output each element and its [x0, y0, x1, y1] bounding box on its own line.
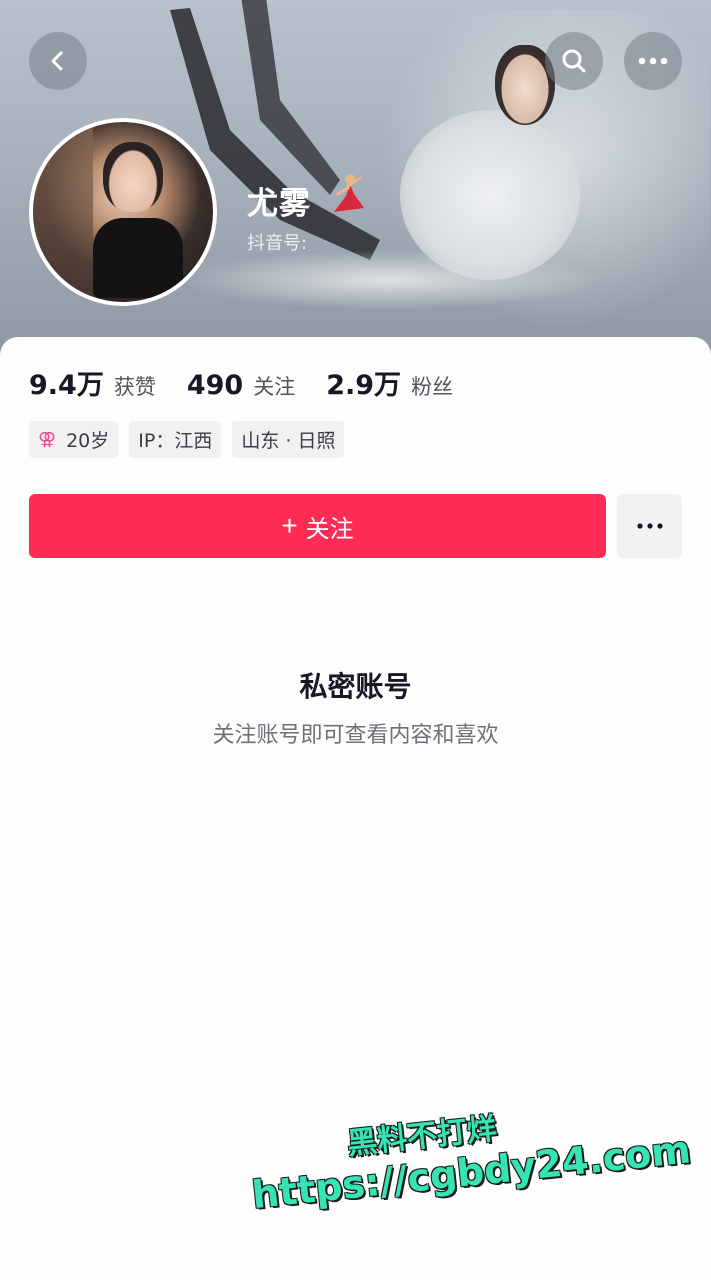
follow-label: 关注	[305, 515, 354, 543]
age-tag: ⚢ 20岁	[29, 421, 119, 458]
location-tag: 山东 · 日照	[232, 421, 345, 458]
banner-figure-body	[400, 110, 580, 280]
ip-tag: IP：江西	[129, 421, 222, 458]
back-button[interactable]	[29, 32, 87, 90]
dancer-emoji-icon	[334, 174, 364, 212]
likes-label[interactable]: 获赞	[114, 371, 156, 401]
plus-icon: +	[281, 510, 298, 541]
likes-count[interactable]: 9.4万	[29, 363, 104, 402]
search-icon	[562, 49, 586, 73]
more-actions-button[interactable]	[617, 494, 682, 558]
followers-count[interactable]: 2.9万	[326, 363, 401, 402]
more-options-button[interactable]	[624, 32, 682, 90]
ip-text: IP：江西	[138, 430, 213, 452]
location-text: 山东 · 日照	[241, 430, 336, 452]
douyin-id-label: 抖音号:	[247, 233, 308, 254]
following-count[interactable]: 490	[187, 370, 243, 401]
profile-stats: 9.4万 获赞 490 关注 2.9万 粉丝	[29, 363, 484, 402]
private-account-title: 私密账号	[299, 670, 412, 703]
age-text: 20岁	[66, 430, 110, 452]
ellipsis-icon	[638, 57, 668, 65]
private-account-subtitle: 关注账号即可查看内容和喜欢	[212, 723, 499, 748]
following-label[interactable]: 关注	[253, 371, 295, 401]
ellipsis-icon	[636, 523, 663, 529]
profile-tags: ⚢ 20岁 IP：江西 山东 · 日照	[29, 421, 345, 458]
followers-label[interactable]: 粉丝	[411, 371, 453, 401]
profile-name: 尤雾	[247, 186, 311, 222]
avatar[interactable]	[29, 118, 217, 306]
chevron-left-icon	[51, 51, 63, 71]
search-button[interactable]	[545, 32, 603, 90]
female-icon: ⚢	[38, 429, 57, 450]
follow-button[interactable]: + 关注	[29, 494, 606, 558]
